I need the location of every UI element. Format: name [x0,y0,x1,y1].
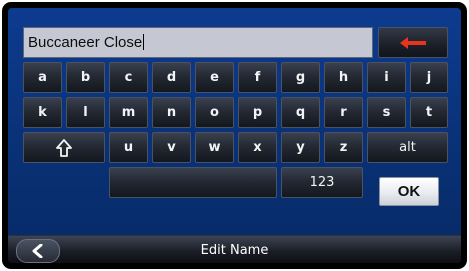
ok-button[interactable]: OK [379,177,439,206]
key-a[interactable]: a [23,62,62,93]
key-i[interactable]: i [367,62,406,93]
footer-bar: Edit Name [8,235,461,263]
alt-key[interactable]: alt [367,132,448,163]
key-r[interactable]: r [324,97,363,128]
key-x[interactable]: x [238,132,277,163]
shift-key[interactable] [23,132,105,163]
input-row: Buccaneer Close [23,27,448,58]
key-f[interactable]: f [238,62,277,93]
key-l[interactable]: l [66,97,105,128]
key-n[interactable]: n [152,97,191,128]
key-p[interactable]: p [238,97,277,128]
key-v[interactable]: v [152,132,191,163]
key-z[interactable]: z [324,132,363,163]
key-g[interactable]: g [281,62,320,93]
name-text-field[interactable]: Buccaneer Close [23,27,373,58]
key-h[interactable]: h [324,62,363,93]
backspace-arrow-icon [400,36,426,49]
key-u[interactable]: u [109,132,148,163]
key-w[interactable]: w [195,132,234,163]
key-d[interactable]: d [152,62,191,93]
screen: Buccaneer Close a b c d e f g h i j k l … [8,8,461,263]
key-t[interactable]: t [410,97,448,128]
shift-arrow-icon [56,138,72,157]
key-m[interactable]: m [109,97,148,128]
space-key[interactable] [109,167,277,198]
key-k[interactable]: k [23,97,62,128]
key-q[interactable]: q [281,97,320,128]
key-o[interactable]: o [195,97,234,128]
key-c[interactable]: c [109,62,148,93]
backspace-button[interactable] [378,27,448,58]
key-b[interactable]: b [66,62,105,93]
key-e[interactable]: e [195,62,234,93]
screen-title: Edit Name [200,243,269,258]
key-y[interactable]: y [281,132,320,163]
key-s[interactable]: s [367,97,406,128]
device-frame: Buccaneer Close a b c d e f g h i j k l … [2,2,467,269]
name-text-value: Buccaneer Close [28,34,143,51]
text-caret [143,34,145,50]
numeric-mode-key[interactable]: 123 [281,167,363,198]
key-j[interactable]: j [410,62,448,93]
